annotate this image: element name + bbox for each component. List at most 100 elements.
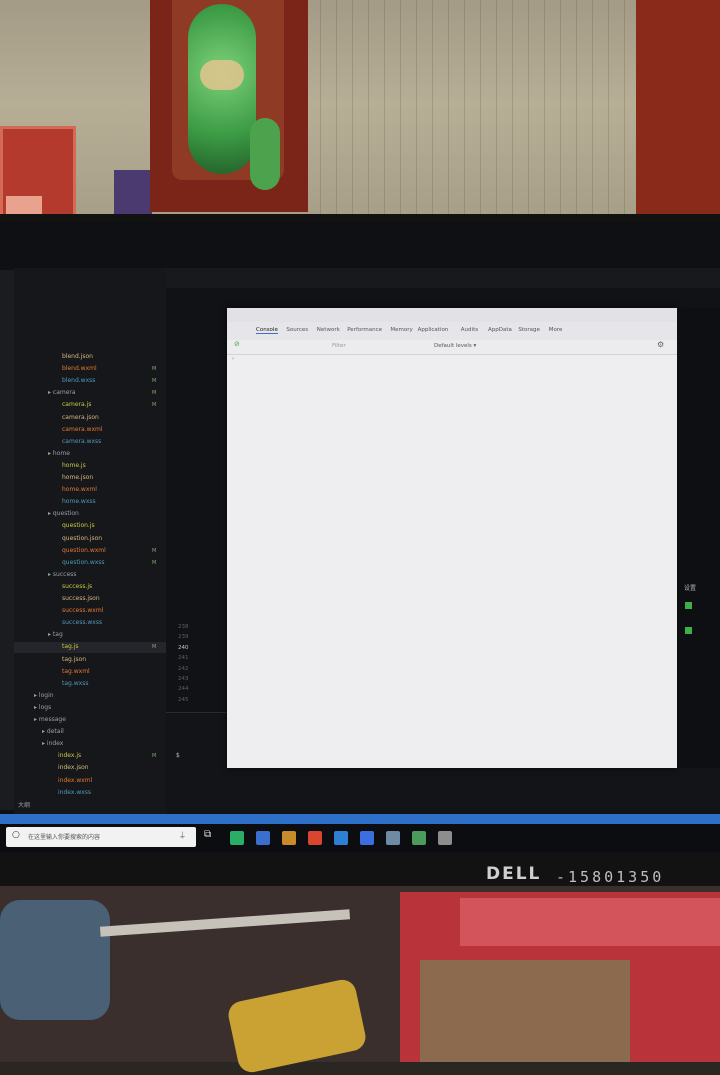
line-number: 242 xyxy=(178,665,189,672)
tree-item[interactable]: success.json xyxy=(14,594,166,605)
tree-item-label: index.json xyxy=(58,764,89,772)
devtools-tab[interactable]: Console xyxy=(256,327,278,334)
app-blue-icon[interactable] xyxy=(360,831,374,845)
tree-item-label: ▸ success xyxy=(48,570,77,578)
tree-item[interactable]: question.json xyxy=(14,534,166,545)
tree-item[interactable]: tag.wxss xyxy=(14,679,166,690)
tree-item[interactable]: question.js xyxy=(14,521,166,532)
tree-item[interactable]: ▸ detail xyxy=(14,727,166,738)
line-number: 239 xyxy=(178,634,189,641)
devtools-window xyxy=(227,308,677,768)
chrome-icon[interactable] xyxy=(308,831,322,845)
search-app-icon[interactable] xyxy=(256,831,270,845)
tree-item[interactable]: blend.wxml M xyxy=(14,364,166,375)
tree-item-label: home.json xyxy=(62,474,94,481)
vscode-icon[interactable] xyxy=(334,831,348,845)
tree-item-label: tag.js xyxy=(62,643,79,651)
app-green-icon[interactable] xyxy=(412,831,426,845)
tree-item[interactable]: ▸ message xyxy=(14,715,166,726)
tree-item[interactable]: ▸ success xyxy=(14,570,166,581)
wall xyxy=(0,0,720,230)
tree-item-label: ▸ home xyxy=(48,449,70,457)
wall-stripe xyxy=(560,0,561,230)
tree-item[interactable]: ▸ camera M xyxy=(14,388,166,399)
tree-item-label: success.wxml xyxy=(62,607,104,615)
tree-item[interactable]: camera.json xyxy=(14,413,166,424)
checkbox-1[interactable] xyxy=(685,602,692,609)
side-panel xyxy=(677,308,720,768)
folder-icon[interactable] xyxy=(386,831,400,845)
tree-item[interactable]: ▸ tag xyxy=(14,630,166,641)
tree-item[interactable]: question.wxml M xyxy=(14,546,166,557)
line-number: 244 xyxy=(178,686,189,693)
devtools-tab[interactable]: Application xyxy=(418,327,449,333)
tree-item-label: ▸ login xyxy=(34,691,54,699)
tree-item[interactable]: ▸ index xyxy=(14,739,166,750)
tree-item[interactable]: home.js xyxy=(14,461,166,472)
tree-item[interactable]: question.wxss M xyxy=(14,558,166,569)
tool-icon[interactable] xyxy=(282,831,296,845)
tree-item[interactable]: index.json xyxy=(14,763,166,774)
tree-item[interactable]: camera.js M xyxy=(14,400,166,411)
modified-badge: M xyxy=(152,402,157,409)
tree-item[interactable]: ▸ login xyxy=(14,691,166,702)
tree-item[interactable]: tag.json xyxy=(14,655,166,666)
tree-item[interactable]: index.wxml xyxy=(14,776,166,787)
devtools-tab[interactable]: Memory xyxy=(390,327,412,333)
tree-item[interactable]: home.wxml xyxy=(14,485,166,496)
tree-item[interactable]: tag.wxml xyxy=(14,667,166,678)
checkbox-2[interactable] xyxy=(685,627,692,634)
devtools-tab[interactable]: Performance xyxy=(347,327,382,333)
tree-item-label: ▸ logs xyxy=(34,703,52,711)
tree-item-label: success.wxss xyxy=(62,619,103,627)
modified-badge: M xyxy=(152,547,157,554)
wechat-icon[interactable] xyxy=(230,831,244,845)
outline-section[interactable]: 大纲 xyxy=(18,800,30,809)
blue-object xyxy=(0,900,110,1020)
app-grey-icon[interactable] xyxy=(438,831,452,845)
tree-item[interactable]: blend.wxss M xyxy=(14,376,166,387)
tree-item[interactable]: index.wxss xyxy=(14,788,166,799)
task-view-icon[interactable]: ⧉ xyxy=(204,829,211,840)
tree-item-label: blend.wxss xyxy=(62,377,96,385)
tree-item-label: camera.wxss xyxy=(62,437,102,445)
tree-item[interactable]: ▸ question xyxy=(14,509,166,520)
activity-bar xyxy=(0,270,14,810)
line-number: 245 xyxy=(178,696,189,703)
tree-item-label: ▸ camera xyxy=(48,389,76,397)
tree-item-label: index.wxml xyxy=(58,776,93,784)
tree-item[interactable]: ▸ logs xyxy=(14,703,166,714)
settings-heading: 设置 xyxy=(684,585,697,592)
devtools-tab[interactable]: Network xyxy=(317,327,340,333)
tree-item[interactable]: success.js xyxy=(14,582,166,593)
devtools-tab[interactable]: Storage xyxy=(518,327,540,333)
modified-badge: M xyxy=(152,753,157,760)
devtools-tab[interactable]: Sources xyxy=(286,327,308,333)
wall-stripe xyxy=(432,0,433,230)
wall-stripe xyxy=(608,0,609,230)
clear-console-icon[interactable]: ⊘ xyxy=(234,340,240,348)
tree-item-label: home.wxss xyxy=(62,498,96,506)
devtools-tab[interactable]: More xyxy=(549,327,563,333)
tree-item[interactable]: home.json xyxy=(14,473,166,484)
devtools-tab[interactable]: Audits xyxy=(461,327,478,333)
gear-icon[interactable]: ⚙ xyxy=(657,340,664,349)
tree-item[interactable]: success.wxml xyxy=(14,606,166,617)
tree-item[interactable]: camera.wxss xyxy=(14,437,166,448)
wall-stripe xyxy=(368,0,369,230)
tree-item[interactable]: blend.json xyxy=(14,352,166,363)
tree-item[interactable]: ▸ home xyxy=(14,449,166,460)
tree-item[interactable]: camera.wxml xyxy=(14,425,166,436)
microphone-icon[interactable]: ⍊ xyxy=(180,830,185,840)
tree-item-label: question.js xyxy=(62,522,95,530)
console-prompt[interactable]: › xyxy=(232,356,234,362)
filter-input[interactable]: Filter xyxy=(332,343,346,349)
devtools-tab[interactable]: AppData xyxy=(488,327,512,333)
tree-item[interactable]: success.wxss xyxy=(14,618,166,629)
wall-stripe xyxy=(448,0,449,230)
tree-item[interactable]: home.wxss xyxy=(14,497,166,508)
tree-item[interactable]: index.js M xyxy=(14,751,166,762)
tree-item[interactable]: tag.js M xyxy=(14,642,166,654)
line-number: 240 xyxy=(178,644,189,651)
levels-dropdown[interactable]: Default levels ▾ xyxy=(434,343,476,349)
